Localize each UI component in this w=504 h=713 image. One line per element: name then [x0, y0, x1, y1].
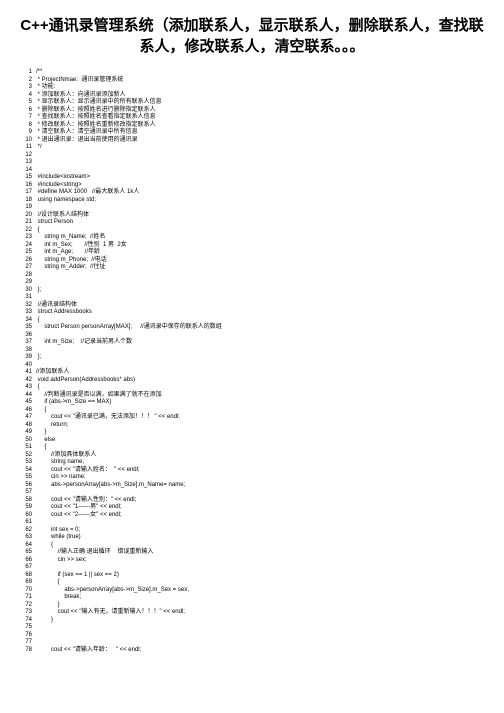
- code-block: 1/** 2 * ProjectNmae: 通讯录管理系统 3 * 功能: 4 …: [20, 69, 484, 654]
- page-title: C++通讯录管理系统（添加联系人，显示联系人，删除联系人，查找联系人，修改联系人…: [20, 15, 484, 57]
